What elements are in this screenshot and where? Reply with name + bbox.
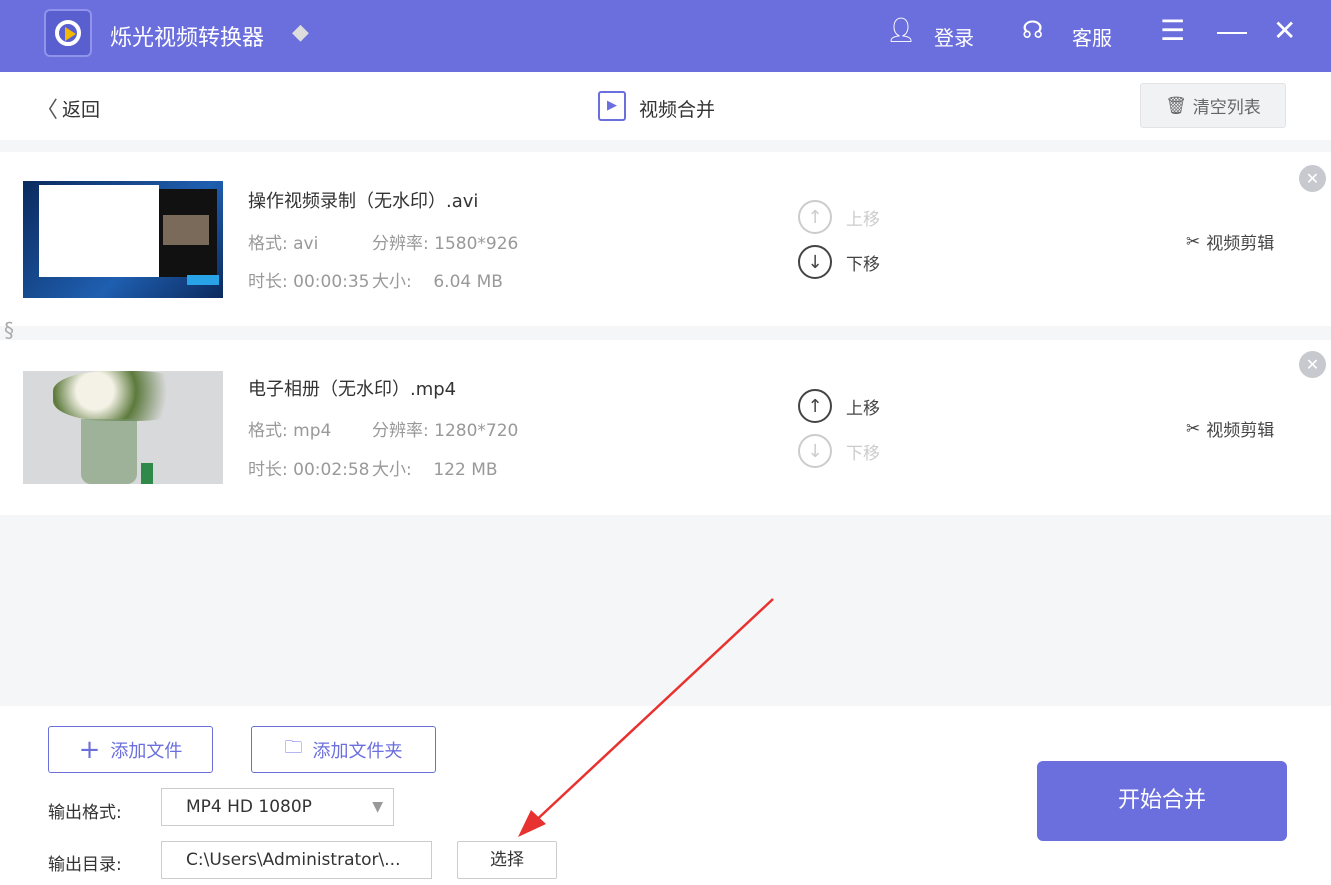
menu-icon[interactable]: ☰ — [1160, 14, 1185, 47]
size-value: 6.04 MB — [433, 272, 503, 292]
remove-file-button[interactable]: ✕ — [1299, 165, 1326, 192]
size-label: 大小: — [372, 460, 412, 480]
move-up-label: 上移 — [846, 209, 880, 230]
plus-icon: + — [78, 734, 101, 765]
video-edit-button[interactable]: ✂ 视频剪辑 — [1186, 416, 1275, 442]
app-logo-icon — [44, 9, 92, 57]
scissors-icon: ✂ — [1186, 231, 1201, 252]
vip-diamond-icon[interactable]: ◆ — [292, 20, 309, 45]
move-down-label: 下移 — [846, 443, 880, 464]
login-link[interactable]: 登录 — [934, 22, 974, 51]
move-up-button[interactable]: ↑ 上移 — [798, 389, 880, 423]
video-thumbnail — [23, 181, 223, 298]
output-dir-label: 输出目录: — [48, 855, 122, 875]
resolution-value: 1280*720 — [434, 421, 519, 441]
link-chain-icon: § — [4, 318, 14, 342]
add-file-button[interactable]: + 添加文件 — [48, 726, 213, 773]
clear-list-button[interactable]: 🗑︎ 清空列表 — [1140, 83, 1286, 128]
video-edit-label: 视频剪辑 — [1206, 421, 1275, 441]
duration-value: 00:00:35 — [293, 272, 370, 292]
user-icon[interactable]: 👤︎ — [886, 16, 916, 44]
output-format-value: MP4 HD 1080P — [186, 797, 312, 817]
format-value: avi — [293, 234, 319, 254]
close-window-button[interactable]: ✕ — [1273, 14, 1296, 47]
resolution-label: 分辨率: — [372, 421, 429, 441]
video-thumbnail — [23, 371, 223, 484]
file-item: 操作视频录制（无水印）.avi 格式: avi 分辨率: 1580*926 时长… — [0, 152, 1331, 326]
output-format-select[interactable]: MP4 HD 1080P ▼ — [161, 788, 394, 826]
choose-dir-button[interactable]: 选择 — [457, 841, 557, 879]
arrow-down-icon: ↓ — [798, 434, 832, 468]
video-edit-button[interactable]: ✂ 视频剪辑 — [1186, 229, 1275, 255]
move-up-button[interactable]: ↑ 上移 — [798, 200, 880, 234]
duration-label: 时长: — [248, 460, 288, 480]
move-up-label: 上移 — [846, 398, 880, 419]
clear-list-label: 清空列表 — [1192, 98, 1261, 118]
video-edit-label: 视频剪辑 — [1206, 234, 1275, 254]
resolution-value: 1580*926 — [434, 234, 519, 254]
chevron-left-icon[interactable]: 〈 — [36, 92, 58, 124]
trash-icon: 🗑︎ — [1165, 95, 1187, 116]
add-folder-label: 添加文件夹 — [312, 740, 403, 762]
support-link[interactable]: 客服 — [1072, 22, 1112, 51]
size-value: 122 MB — [433, 460, 498, 480]
title-bar: 烁光视频转换器 ◆ 👤︎ 登录 ☊ 客服 ☰ ✕ — [0, 0, 1331, 72]
headset-icon[interactable]: ☊ — [1022, 16, 1043, 44]
video-merge-icon: ▶ — [598, 91, 626, 121]
add-file-label: 添加文件 — [110, 740, 183, 762]
duration-label: 时长: — [248, 272, 288, 292]
add-folder-button[interactable]: 🗀 添加文件夹 — [251, 726, 436, 773]
file-name: 电子相册（无水印）.mp4 — [248, 379, 457, 400]
toolbar: 〈 返回 ▶ 视频合并 🗑︎ 清空列表 — [0, 72, 1331, 140]
format-value: mp4 — [293, 421, 332, 441]
output-format-label: 输出格式: — [48, 803, 122, 823]
scissors-icon: ✂ — [1186, 418, 1201, 439]
app-title: 烁光视频转换器 — [110, 26, 265, 51]
arrow-up-icon: ↑ — [798, 200, 832, 234]
move-down-button[interactable]: ↓ 下移 — [798, 434, 880, 468]
back-button[interactable]: 返回 — [62, 95, 100, 122]
arrow-down-icon: ↓ — [798, 245, 832, 279]
bottom-panel: + 添加文件 🗀 添加文件夹 输出格式: MP4 HD 1080P ▼ 输出目录: C… — [0, 706, 1331, 885]
page-title: 视频合并 — [639, 99, 716, 121]
folder-icon: 🗀 — [284, 736, 303, 758]
arrow-up-icon: ↑ — [798, 389, 832, 423]
start-merge-button[interactable]: 开始合并 — [1037, 761, 1287, 841]
minimize-button[interactable] — [1217, 32, 1247, 34]
move-down-label: 下移 — [846, 254, 880, 275]
remove-file-button[interactable]: ✕ — [1299, 351, 1326, 378]
move-down-button[interactable]: ↓ 下移 — [798, 245, 880, 279]
output-dir-input[interactable]: C:\Users\Administrator\... — [161, 841, 432, 879]
file-item: 电子相册（无水印）.mp4 格式: mp4 分辨率: 1280*720 时长: … — [0, 340, 1331, 515]
file-name: 操作视频录制（无水印）.avi — [248, 191, 479, 212]
resolution-label: 分辨率: — [372, 234, 429, 254]
format-label: 格式: — [248, 234, 288, 254]
dropdown-arrow-icon: ▼ — [372, 799, 383, 815]
duration-value: 00:02:58 — [293, 460, 370, 480]
format-label: 格式: — [248, 421, 288, 441]
size-label: 大小: — [372, 272, 412, 292]
